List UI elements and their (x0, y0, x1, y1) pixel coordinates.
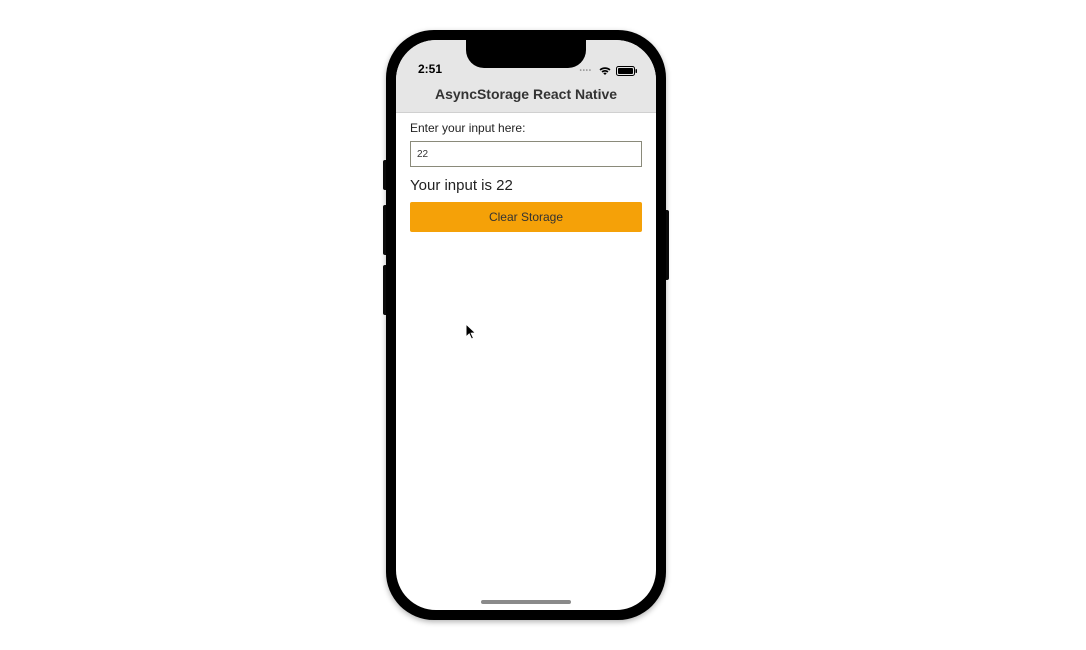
phone-volume-up (383, 205, 386, 255)
app-content: Enter your input here: Your input is 22 … (396, 113, 656, 240)
app-header: AsyncStorage React Native (396, 82, 656, 113)
output-text: Your input is 22 (410, 177, 642, 194)
phone-volume-down (383, 265, 386, 315)
clear-storage-button[interactable]: Clear Storage (410, 202, 642, 232)
output-prefix: Your input is (410, 177, 496, 194)
phone-power-button (666, 210, 669, 280)
phone-notch (466, 40, 586, 68)
input-label: Enter your input here: (410, 121, 642, 135)
wifi-icon (598, 66, 612, 76)
phone-frame: 2:51 •••• (386, 30, 666, 620)
home-indicator[interactable] (481, 600, 571, 604)
phone-mute-switch (383, 160, 386, 190)
status-time: 2:51 (418, 62, 442, 80)
phone-screen: 2:51 •••• (396, 40, 656, 610)
output-value: 22 (496, 177, 513, 194)
app-title: AsyncStorage React Native (435, 86, 617, 102)
cellular-dots-icon: •••• (580, 68, 592, 74)
status-right: •••• (580, 66, 638, 80)
battery-icon (616, 66, 638, 76)
text-input[interactable] (410, 141, 642, 167)
